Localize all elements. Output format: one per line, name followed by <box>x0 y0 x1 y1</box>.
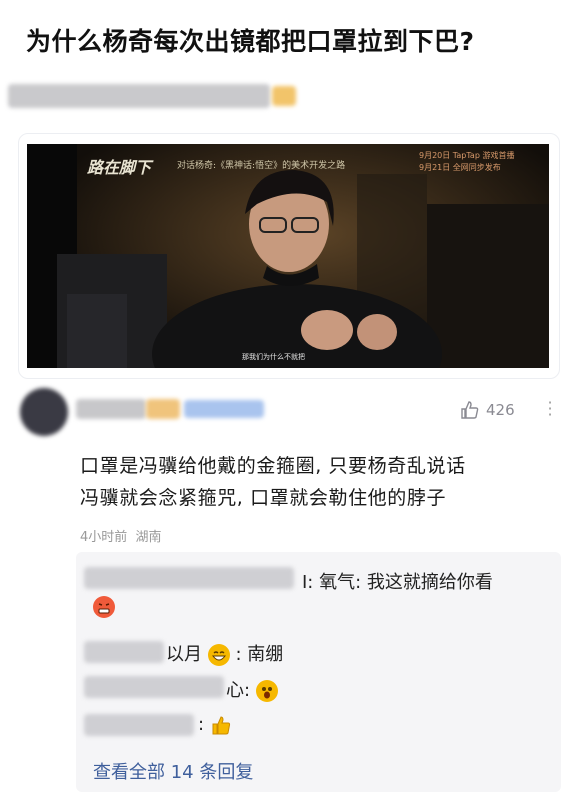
like-button[interactable]: 426 <box>460 400 515 420</box>
video-card[interactable]: 路在脚下 对话杨奇:《黑神话:悟空》的美术开发之路 9月20日 TapTap 游… <box>18 133 560 379</box>
replies-panel: I: 氧气: 我这就摘给你看 以月 : 南绷 心: : 查看全部 14 条回复 <box>76 552 561 792</box>
reply-author-suffix: : <box>198 714 205 735</box>
video-subtitle: 对话杨奇:《黑神话:悟空》的美术开发之路 <box>177 161 346 171</box>
thumbs-up-icon <box>461 401 479 419</box>
thumbs-up-emoji <box>210 714 232 736</box>
video-caption: 那我们为什么不就把 <box>242 353 305 361</box>
reply-emoji-line <box>93 596 115 618</box>
reply-item[interactable]: 以月 : 南绷 <box>166 640 283 666</box>
angry-face-emoji <box>93 596 115 618</box>
video-thumbnail[interactable]: 路在脚下 对话杨奇:《黑神话:悟空》的美术开发之路 9月20日 TapTap 游… <box>27 144 549 368</box>
reply-author-suffix: I: <box>302 572 314 593</box>
reply-item[interactable]: I: 氧气: 我这就摘给你看 <box>302 568 493 594</box>
reply-author-blurred[interactable] <box>84 641 164 663</box>
comment-location: 湖南 <box>135 530 162 545</box>
astonished-face-emoji <box>255 680 278 702</box>
grinning-face-emoji <box>207 644 230 666</box>
view-all-replies-link[interactable]: 查看全部 14 条回复 <box>93 758 253 784</box>
like-count: 426 <box>486 401 515 419</box>
avatar[interactable] <box>20 388 68 436</box>
comment-text-line-1: 口罩是冯骥给他戴的金箍圈, 只要杨奇乱说话 <box>80 455 466 477</box>
question-title[interactable]: 为什么杨奇每次出镜都把口罩拉到下巴? <box>26 22 475 58</box>
comment-text: 口罩是冯骥给他戴的金箍圈, 只要杨奇乱说话 冯骥就会念紧箍咒, 口罩就会勒住他的… <box>80 450 550 514</box>
reply-item[interactable]: 心: <box>226 676 278 702</box>
reply-text: : 南绷 <box>235 644 284 665</box>
reply-author-suffix: 心: <box>226 680 251 701</box>
comment-meta: 4小时前 湖南 <box>80 526 162 545</box>
reply-author-blurred[interactable] <box>84 676 224 698</box>
comment-text-line-2: 冯骥就会念紧箍咒, 口罩就会勒住他的脖子 <box>80 487 447 509</box>
video-date-line-2: 9月21日 全网同步发布 <box>419 163 501 172</box>
video-show-title: 路在脚下 <box>87 158 152 177</box>
reply-author-blurred[interactable] <box>84 567 294 589</box>
reply-author-blurred[interactable] <box>84 714 194 736</box>
comment-time: 4小时前 <box>80 530 128 545</box>
reply-item[interactable]: : <box>198 714 232 736</box>
video-date-line-1: 9月20日 TapTap 游戏首播 <box>419 151 515 160</box>
reply-text: 氧气: 我这就摘给你看 <box>319 572 493 593</box>
reply-author-suffix: 以月 <box>166 644 202 665</box>
more-vertical-icon[interactable]: · · · <box>547 395 553 423</box>
